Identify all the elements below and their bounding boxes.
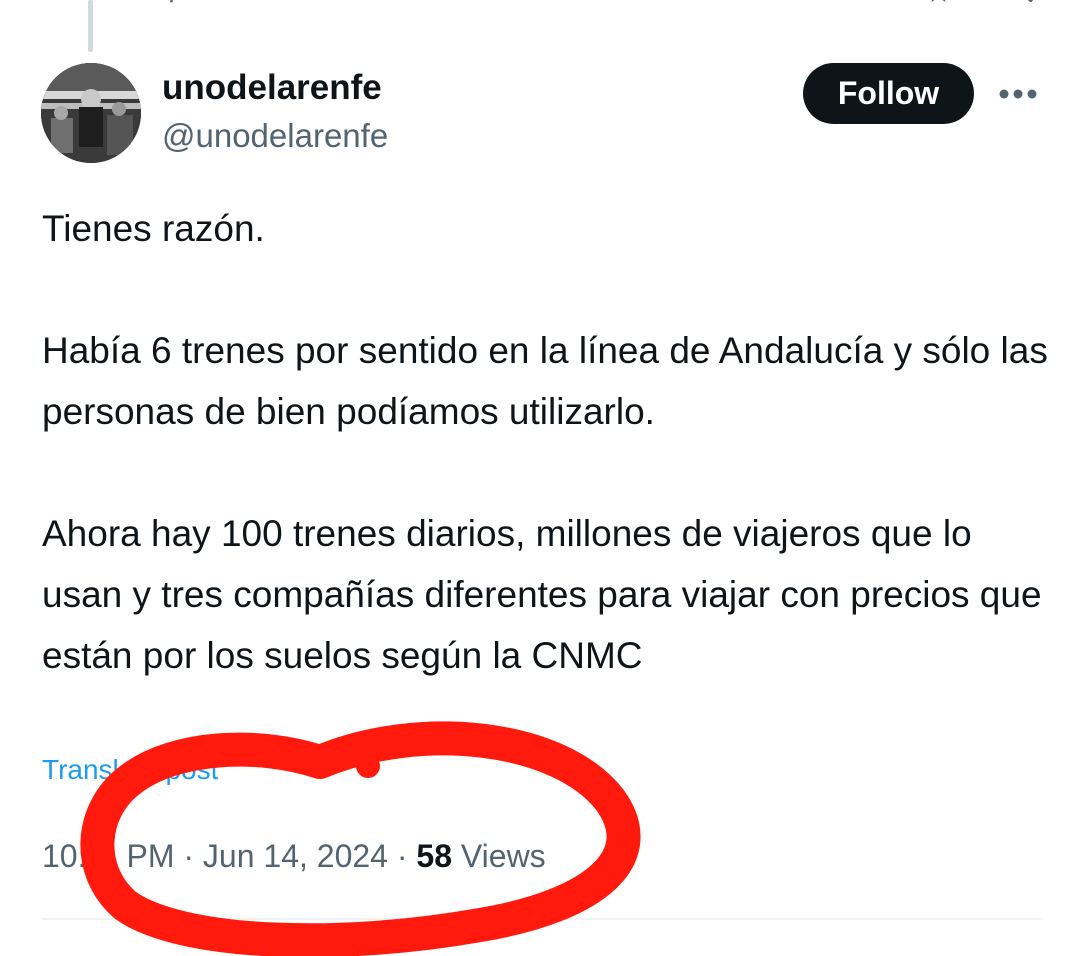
- views-icon[interactable]: ▪▪▪: [735, 0, 767, 8]
- follow-button[interactable]: Follow: [803, 63, 974, 124]
- author-info: unodelarenfe @unodelarenfe: [162, 64, 388, 160]
- more-options-button[interactable]: [994, 76, 1042, 112]
- views-count[interactable]: 58: [416, 838, 452, 874]
- reply-icon[interactable]: /: [170, 0, 178, 8]
- divider: [42, 918, 1042, 920]
- translate-post-link[interactable]: Translate post: [42, 750, 218, 790]
- author-display-name[interactable]: unodelarenfe: [162, 64, 388, 112]
- share-icon[interactable]: ⌄: [1018, 0, 1043, 8]
- profile-photo-icon: [41, 63, 141, 163]
- post-time[interactable]: 10: PM: [42, 838, 174, 874]
- views-label: Views: [460, 838, 546, 874]
- post-paragraph: Había 6 trenes por sentido en la línea d…: [42, 330, 1048, 432]
- previous-post-action-bar: / ▪▪▪ ☆ ⌄: [0, 0, 1080, 8]
- avatar[interactable]: [41, 63, 141, 163]
- bookmark-icon[interactable]: ☆: [925, 0, 952, 8]
- meta-separator: ·: [183, 838, 195, 874]
- more-dots-icon: [999, 89, 1037, 99]
- meta-separator: ·: [396, 838, 408, 874]
- author-handle[interactable]: @unodelarenfe: [162, 112, 388, 160]
- post-paragraph: Ahora hay 100 trenes diarios, millones d…: [42, 513, 1042, 676]
- post-date[interactable]: Jun 14, 2024: [203, 838, 388, 874]
- thread-connector-line: [88, 0, 93, 52]
- post-metadata: 10: PM · Jun 14, 2024 · 58 Views: [42, 834, 546, 878]
- post-paragraph: Tienes razón.: [42, 208, 265, 249]
- post-text: Tienes razón. Había 6 trenes por sentido…: [42, 198, 1052, 686]
